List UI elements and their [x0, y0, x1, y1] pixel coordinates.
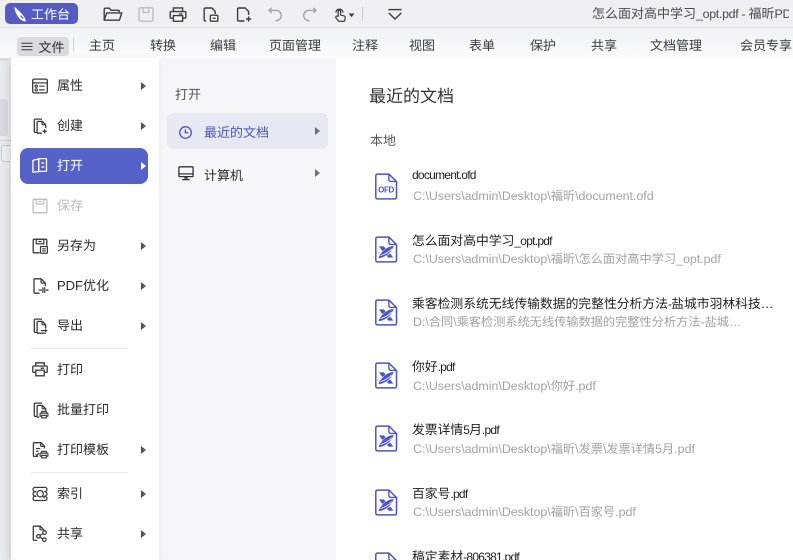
svg-text:OFD: OFD	[378, 185, 394, 194]
